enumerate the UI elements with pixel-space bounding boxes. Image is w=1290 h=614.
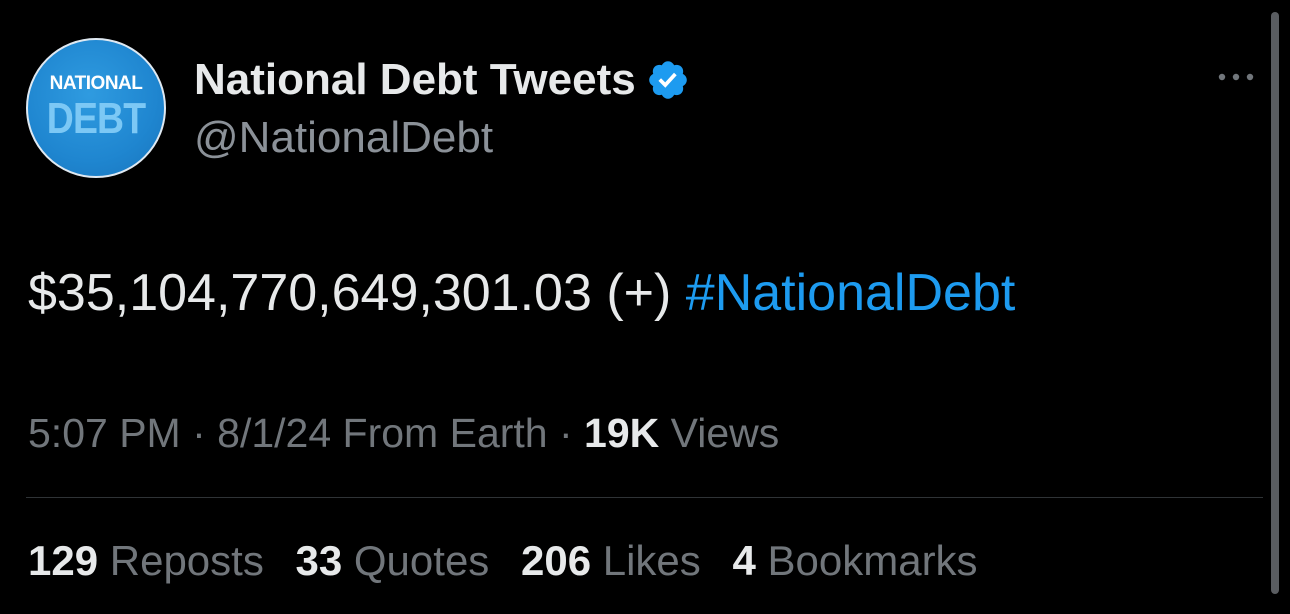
tweet-time[interactable]: 5:07 PM [28,410,181,456]
avatar[interactable]: NATIONAL DEBT [26,38,166,178]
tweet-text: $35,104,770,649,301.03 (+) [28,264,672,322]
scrollbar[interactable] [1271,12,1279,594]
engagement-stats: 129 Reposts 33 Quotes 206 Likes 4 Bookma… [28,537,998,585]
divider [26,497,1263,498]
hashtag-link[interactable]: #NationalDebt [686,264,1016,322]
avatar-logo-bottom-text: DEBT [46,94,146,143]
views-label: Views [670,410,780,456]
meta-separator: · [180,410,218,456]
tweet-body: $35,104,770,649,301.03 (+) #NationalDebt [28,263,1015,323]
tweet-source: From Earth [342,410,548,456]
verified-badge-icon[interactable] [646,58,690,102]
tweet-detail: NATIONAL DEBT National Debt Tweets @Nati… [0,0,1290,614]
quotes-label: Quotes [353,537,490,584]
bookmarks-count: 4 [732,537,756,584]
more-options-icon[interactable] [1214,62,1258,92]
bookmarks-stat[interactable]: 4 Bookmarks [732,537,977,584]
views-count: 19K [584,410,660,456]
meta-separator: · [547,410,585,456]
reposts-count: 129 [28,537,99,584]
likes-count: 206 [520,537,592,584]
reposts-stat[interactable]: 129 Reposts [28,537,264,584]
likes-stat[interactable]: 206 Likes [521,537,701,584]
tweet-date[interactable]: 8/1/24 [217,410,331,456]
display-name[interactable]: National Debt Tweets [194,55,690,105]
avatar-logo-top-text: NATIONAL [49,73,143,94]
quotes-count: 33 [295,537,343,584]
tweet-metadata: 5:07 PM · 8/1/24 From Earth · 19K Views [28,410,779,457]
likes-label: Likes [602,537,701,584]
bookmarks-label: Bookmarks [767,537,978,584]
reposts-label: Reposts [109,537,264,584]
author-handle[interactable]: @NationalDebt [194,113,493,163]
quotes-stat[interactable]: 33 Quotes [296,537,490,584]
display-name-text[interactable]: National Debt Tweets [194,55,636,105]
